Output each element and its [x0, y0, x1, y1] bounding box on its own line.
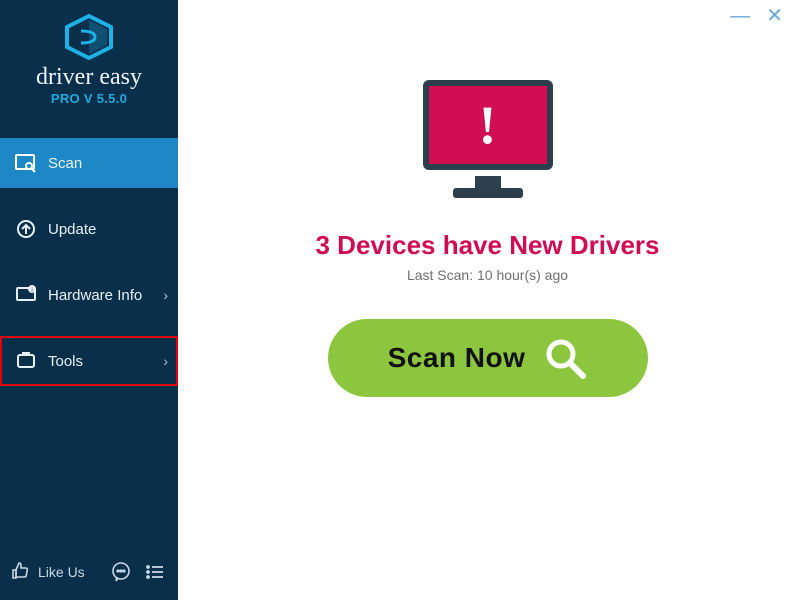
like-us-button[interactable]: Like Us	[10, 561, 85, 584]
sidebar-footer: Like Us	[0, 544, 178, 600]
brand-name: driver easy	[36, 65, 142, 89]
brand-version: PRO V 5.5.0	[51, 91, 127, 106]
nav-item-hardware-info[interactable]: i Hardware Info ›	[0, 270, 178, 320]
hardware-info-icon: i	[14, 283, 38, 307]
minimize-button[interactable]: —	[730, 6, 750, 26]
scan-now-label: Scan Now	[388, 342, 526, 374]
like-us-label: Like Us	[38, 564, 85, 580]
nav-item-label: Tools	[48, 353, 83, 370]
sidebar-nav: Scan Update i Hardware Info ›	[0, 122, 178, 386]
thumbs-up-icon	[10, 561, 30, 584]
close-button[interactable]: ✕	[766, 6, 783, 26]
menu-icon[interactable]	[142, 559, 168, 585]
logo-icon	[63, 14, 115, 65]
monitor-alert-illustration: !	[413, 80, 563, 210]
nav-item-scan[interactable]: Scan	[0, 138, 178, 188]
nav-item-tools[interactable]: Tools ›	[0, 336, 178, 386]
scan-now-button[interactable]: Scan Now	[328, 319, 648, 397]
magnifier-icon	[543, 336, 587, 380]
nav-item-label: Scan	[48, 155, 82, 172]
nav-item-update[interactable]: Update	[0, 204, 178, 254]
scan-icon	[14, 151, 38, 175]
feedback-icon[interactable]	[108, 559, 134, 585]
nav-item-label: Update	[48, 221, 96, 238]
brand-block: driver easy PRO V 5.5.0	[0, 0, 178, 114]
chevron-right-icon: ›	[163, 287, 168, 303]
alert-exclamation-icon: !	[479, 98, 497, 152]
svg-text:i: i	[31, 288, 32, 294]
sidebar: driver easy PRO V 5.5.0 Scan Update	[0, 0, 178, 600]
tools-icon	[14, 349, 38, 373]
chevron-right-icon: ›	[163, 353, 168, 369]
main-panel: ! 3 Devices have New Drivers Last Scan: …	[178, 0, 797, 600]
nav-item-label: Hardware Info	[48, 287, 142, 304]
last-scan-text: Last Scan: 10 hour(s) ago	[407, 267, 568, 283]
update-icon	[14, 217, 38, 241]
headline-text: 3 Devices have New Drivers	[316, 230, 660, 261]
